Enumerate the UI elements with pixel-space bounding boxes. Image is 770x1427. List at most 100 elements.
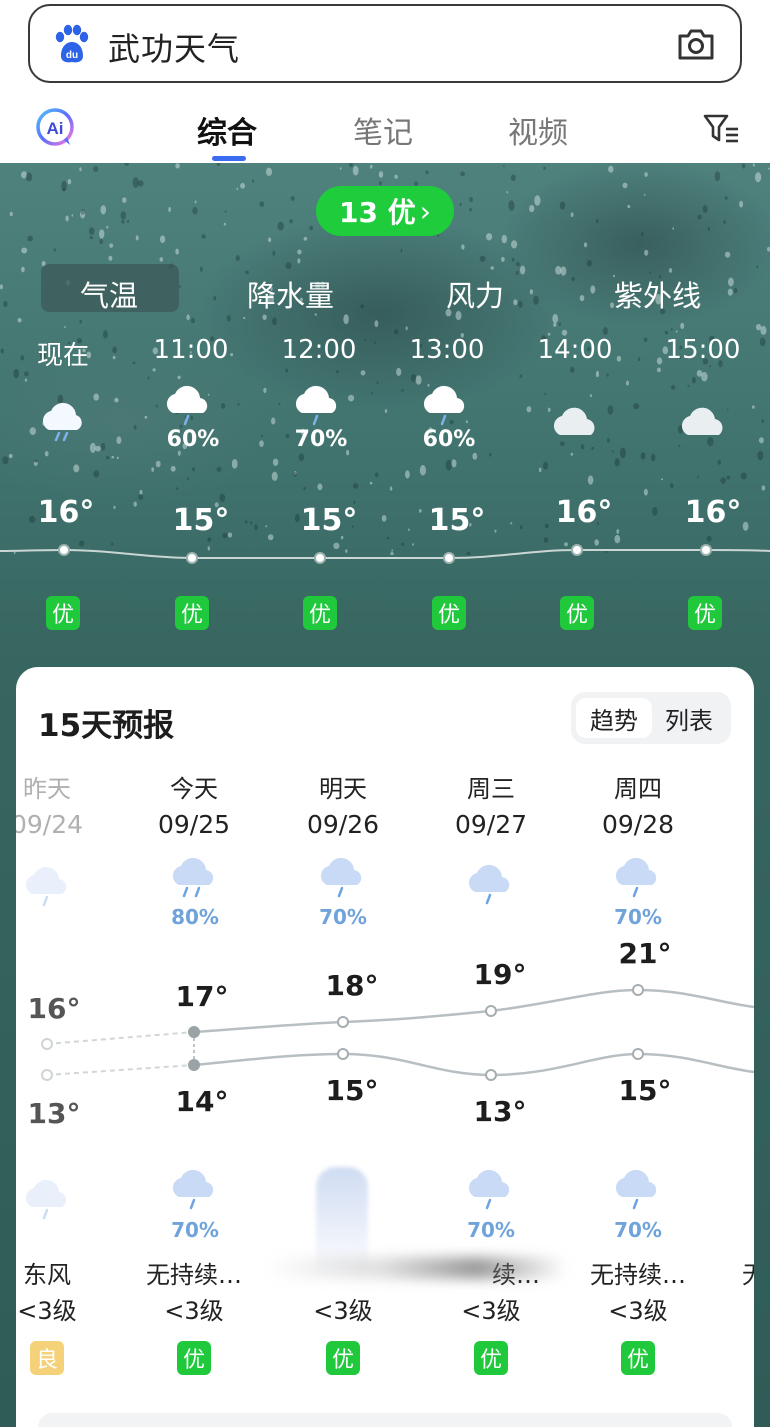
raindrop bbox=[651, 453, 656, 462]
high-point bbox=[485, 1005, 497, 1017]
raindrop bbox=[73, 464, 80, 473]
tab-videos[interactable]: 视频 bbox=[508, 108, 568, 152]
temp-point bbox=[700, 544, 712, 556]
metric-tab-uv[interactable]: 紫外线 bbox=[614, 273, 701, 315]
ai-assistant-icon[interactable]: Ai bbox=[34, 107, 76, 149]
raindrop bbox=[589, 394, 593, 397]
raindrop bbox=[137, 180, 144, 187]
raindrop bbox=[459, 202, 462, 206]
raindrop bbox=[644, 193, 646, 196]
raindrop bbox=[285, 368, 288, 373]
day-name: 周四 bbox=[614, 775, 662, 803]
raindrop bbox=[437, 234, 440, 237]
raindrop bbox=[272, 458, 279, 466]
day-date: 09/25 bbox=[157, 810, 231, 839]
raindrop bbox=[408, 528, 410, 532]
night-precip-probability: 70% bbox=[467, 1218, 515, 1242]
raindrop bbox=[133, 424, 137, 430]
raindrop bbox=[79, 167, 82, 172]
raindrop bbox=[2, 456, 9, 465]
rain-cloud-icon bbox=[320, 857, 362, 898]
search-bar[interactable]: du 武功天气 bbox=[28, 4, 742, 83]
raindrop bbox=[224, 210, 227, 213]
raindrop bbox=[608, 165, 614, 173]
hour-label: 14:00 bbox=[537, 335, 613, 365]
raindrop bbox=[519, 374, 523, 378]
raindrop bbox=[113, 505, 116, 509]
raindrop bbox=[394, 174, 398, 179]
raindrop bbox=[93, 166, 99, 172]
camera-icon[interactable] bbox=[676, 26, 716, 62]
rain-cloud-icon bbox=[172, 1169, 214, 1210]
aqi-pill-button[interactable]: 13 优 › bbox=[316, 186, 454, 236]
raindrop bbox=[758, 437, 764, 444]
raindrop bbox=[343, 314, 349, 325]
raindrop bbox=[231, 459, 238, 469]
raindrop bbox=[680, 322, 685, 329]
raindrop bbox=[223, 222, 226, 226]
raindrop bbox=[633, 403, 640, 410]
search-query-text[interactable]: 武功天气 bbox=[108, 24, 240, 70]
night-precip-probability: 70% bbox=[171, 1218, 219, 1242]
raindrop bbox=[95, 445, 101, 452]
low-point bbox=[188, 1059, 200, 1071]
raindrop bbox=[570, 366, 575, 373]
toggle-list-button[interactable]: 列表 bbox=[651, 698, 727, 738]
raindrop bbox=[691, 376, 696, 384]
raindrop bbox=[244, 520, 248, 524]
raindrop bbox=[389, 486, 393, 491]
hour-temp: 16° bbox=[37, 495, 95, 530]
aqi-badge: 优 bbox=[560, 596, 594, 630]
raindrop bbox=[263, 387, 267, 393]
raindrop bbox=[643, 337, 648, 342]
raindrop bbox=[175, 487, 179, 490]
toggle-trend-button[interactable]: 趋势 bbox=[576, 698, 652, 738]
aqi-badge: 优 bbox=[326, 1341, 360, 1375]
rain-cloud-icon bbox=[166, 385, 208, 426]
raindrop bbox=[506, 191, 509, 194]
raindrop bbox=[553, 322, 557, 327]
aqi-badge: 优 bbox=[621, 1341, 655, 1375]
raindrop bbox=[405, 326, 408, 331]
raindrop bbox=[178, 285, 181, 288]
raindrop bbox=[583, 242, 588, 248]
blurred-overlay bbox=[266, 1257, 566, 1279]
raindrop bbox=[106, 225, 109, 229]
tab-comprehensive[interactable]: 综合 bbox=[197, 108, 257, 152]
metric-tab-wind[interactable]: 风力 bbox=[446, 273, 504, 315]
tab-notes[interactable]: 笔记 bbox=[353, 108, 413, 152]
raindrop bbox=[374, 320, 379, 328]
raindrop bbox=[410, 374, 417, 382]
raindrop bbox=[555, 265, 562, 275]
raindrop bbox=[348, 394, 355, 402]
raindrop bbox=[339, 167, 342, 170]
raindrop bbox=[533, 295, 539, 305]
raindrop bbox=[194, 200, 197, 204]
raindrop bbox=[186, 314, 190, 321]
light-rain-icon bbox=[42, 402, 82, 442]
raindrop bbox=[21, 266, 25, 273]
raindrop bbox=[114, 397, 119, 403]
hour-precip-probability: 70% bbox=[294, 427, 348, 452]
low-point bbox=[632, 1048, 644, 1060]
raindrop bbox=[243, 316, 246, 320]
metric-tab-precipitation[interactable]: 降水量 bbox=[247, 273, 334, 315]
raindrop bbox=[25, 172, 33, 182]
metric-tab-temperature[interactable]: 气温 bbox=[80, 273, 138, 315]
raindrop bbox=[644, 249, 649, 256]
raindrop bbox=[99, 229, 105, 239]
raindrop bbox=[401, 389, 404, 392]
filter-icon[interactable] bbox=[702, 112, 740, 146]
raindrop bbox=[752, 405, 755, 409]
raindrop bbox=[486, 233, 493, 241]
high-point bbox=[41, 1038, 53, 1050]
raindrop bbox=[109, 243, 114, 248]
raindrop bbox=[201, 234, 206, 239]
low-point bbox=[41, 1069, 53, 1081]
hour-label: 现在 bbox=[36, 341, 89, 371]
raindrop bbox=[586, 260, 592, 267]
raindrop bbox=[309, 225, 314, 231]
raindrop bbox=[192, 206, 198, 215]
raindrop bbox=[216, 163, 221, 166]
wind-level: <3级 bbox=[164, 1297, 224, 1325]
